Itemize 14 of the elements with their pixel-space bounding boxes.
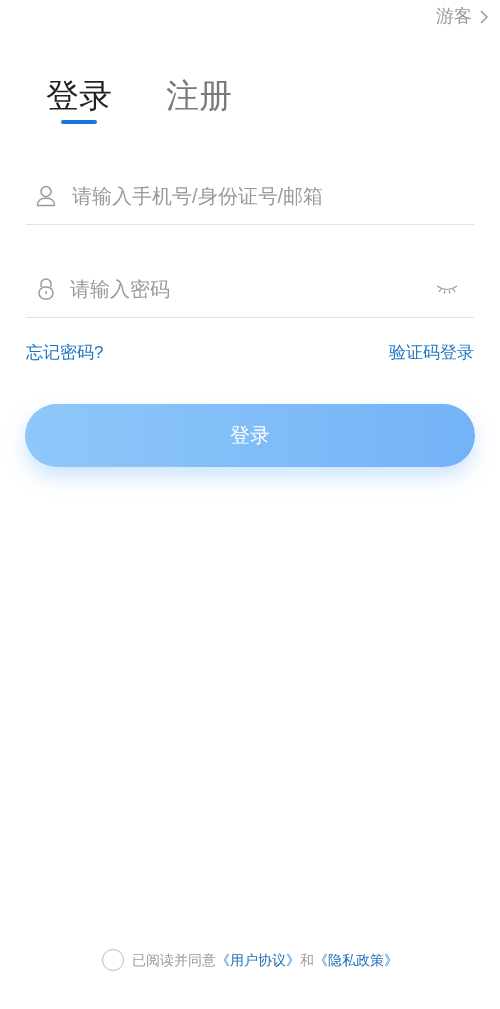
user-agreement-link[interactable]: 《用户协议》: [216, 951, 300, 968]
user-icon: [36, 185, 56, 207]
eye-closed-icon[interactable]: [436, 284, 458, 294]
agreement-text: 已阅读并同意《用户协议》和《隐私政策》: [132, 950, 398, 970]
input-field[interactable]: 请输入密码: [70, 274, 436, 304]
chevron-right-icon: [480, 9, 488, 24]
link[interactable]: 忘记密码?: [26, 340, 104, 366]
lock-icon: [38, 278, 54, 300]
input-field[interactable]: 请输入手机号/身份证号/邮箱: [72, 181, 474, 211]
privacy-policy-link[interactable]: 《隐私政策》: [314, 951, 398, 968]
guest-link[interactable]: 游客: [436, 3, 488, 30]
link[interactable]: 验证码登录: [389, 340, 474, 366]
tab[interactable]: 登录: [46, 74, 112, 124]
tab[interactable]: 注册: [166, 74, 232, 124]
